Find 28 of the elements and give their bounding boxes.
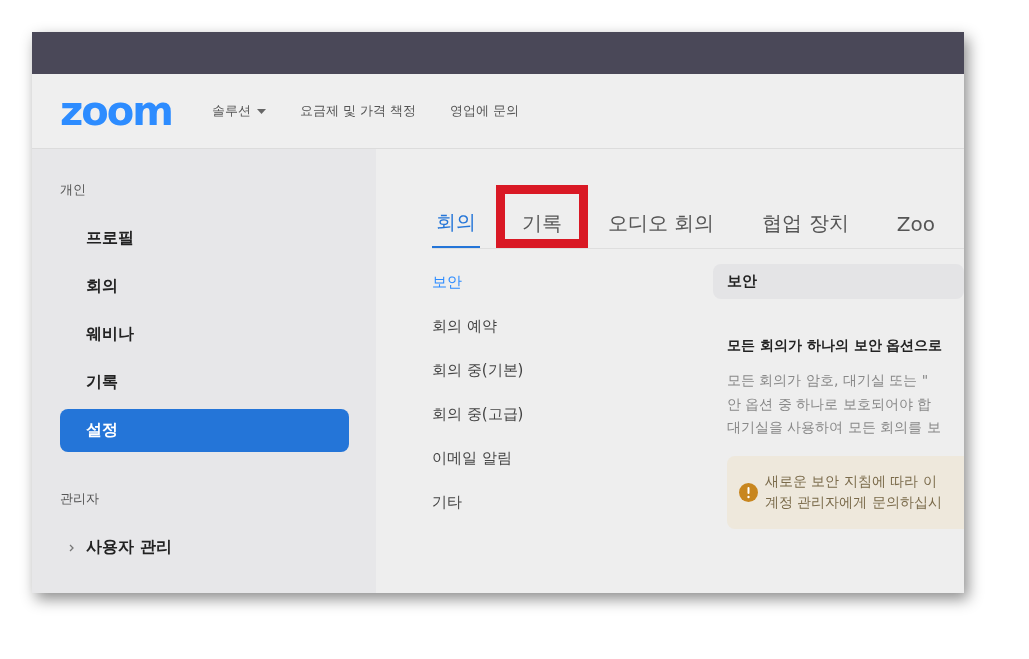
nav-link[interactable]: 요금제 및 가격 책정 xyxy=(299,102,417,120)
section-link[interactable]: 회의 중(기본) xyxy=(432,361,713,405)
section-header: 보안 xyxy=(713,264,964,299)
sidebar-item[interactable]: 웨비나 xyxy=(60,313,349,356)
tab[interactable]: 회의 xyxy=(432,185,480,248)
setting-description: 모든 회의가 암호, 대기실 또는 " 안 옵션 중 하나로 보호되어야 합 대기실을 사용하여 모든 회의를 보 xyxy=(727,371,942,437)
tab[interactable]: 협업 장치 xyxy=(758,185,853,248)
sidebar-item[interactable]: 프로필 xyxy=(60,217,349,260)
nav-link[interactable]: 솔루션 xyxy=(211,102,266,120)
section-link[interactable]: 이메일 알림 xyxy=(432,449,713,493)
group-label: 개인 xyxy=(60,181,87,199)
sidebar-item[interactable]: 기록 xyxy=(60,361,349,404)
notice-text: 새로운 보안 지침에 따라 이 계정 관리자에게 문의하십시 xyxy=(765,472,942,512)
section-link[interactable]: 회의 중(고급) xyxy=(432,405,713,449)
tab[interactable]: 오디오 회의 xyxy=(604,185,719,248)
setting-title: 모든 회의가 하나의 보안 옵션으로 xyxy=(727,337,944,355)
group-label: 관리자 xyxy=(60,490,100,508)
nav-link[interactable]: 영업에 문의 xyxy=(450,102,520,120)
section-link[interactable]: 회의 예약 xyxy=(432,317,713,361)
warning-icon xyxy=(739,482,758,502)
sidebar-item[interactable]: 사용자 관리 xyxy=(60,526,349,569)
section-link[interactable]: 기타 xyxy=(432,493,713,537)
tab[interactable]: Zoo xyxy=(892,185,939,248)
sidebar-item[interactable]: 설정 xyxy=(60,409,349,452)
tab[interactable]: 기록 xyxy=(496,185,588,248)
sidebar-item[interactable]: 회의 xyxy=(60,265,349,308)
caret-icon xyxy=(256,108,266,114)
chevron-icon[interactable] xyxy=(68,542,76,553)
